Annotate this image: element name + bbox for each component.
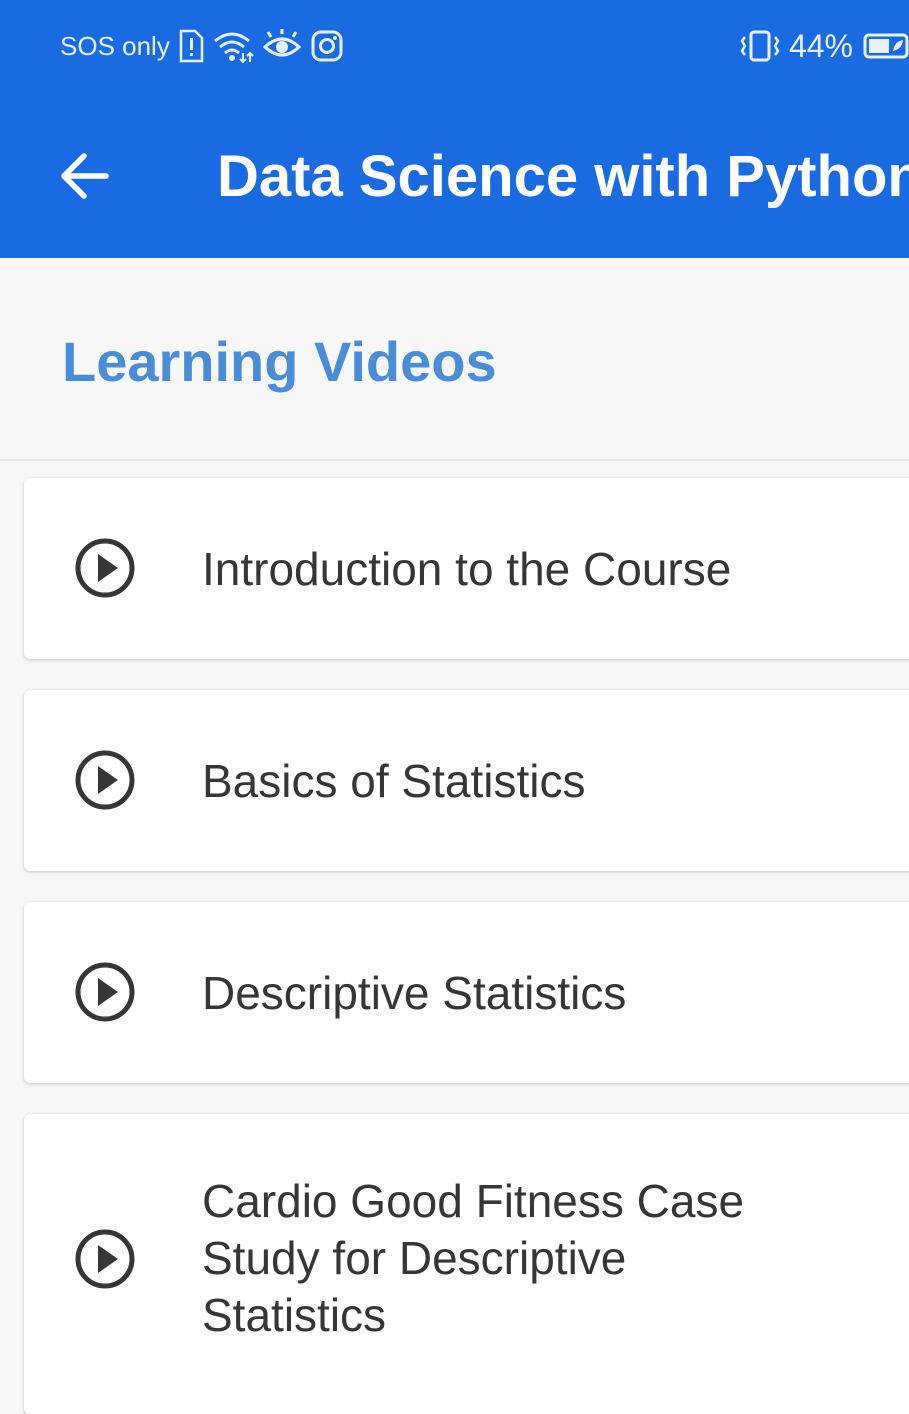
- status-bar: SOS only 44%: [0, 0, 909, 92]
- play-circle-icon: [74, 961, 136, 1023]
- play-circle-icon: [74, 1228, 136, 1290]
- page-title: Data Science with Python: [217, 144, 909, 209]
- toolbar: Data Science with Python: [0, 92, 909, 258]
- battery-icon: [863, 31, 909, 61]
- video-label: Basics of Statistics: [202, 755, 586, 807]
- video-item-basics-of-statistics[interactable]: Basics of Statistics: [24, 690, 909, 871]
- video-list: Introduction to the Course Basics of Sta…: [0, 461, 909, 1414]
- battery-percent: 44%: [788, 27, 853, 64]
- carrier-text: SOS only: [60, 30, 170, 61]
- section-title: Learning Videos: [62, 330, 497, 393]
- arrow-left-icon: [58, 152, 110, 200]
- video-item-cardio-good-fitness[interactable]: Cardio Good Fitness Case Study for Descr…: [24, 1114, 909, 1414]
- play-circle-icon: [74, 749, 136, 811]
- status-right: 44%: [737, 26, 909, 66]
- sim-alert-icon: [178, 29, 204, 63]
- video-label: Descriptive Statistics: [202, 967, 627, 1019]
- wifi-icon: [212, 29, 254, 63]
- play-circle-icon: [74, 537, 136, 599]
- eye-icon: [262, 29, 302, 63]
- video-item-introduction[interactable]: Introduction to the Course: [24, 478, 909, 659]
- section-header: Learning Videos: [0, 258, 909, 461]
- video-label: Cardio Good Fitness Case Study for Descr…: [202, 1175, 745, 1341]
- vibrate-icon: [737, 29, 783, 63]
- video-label: Introduction to the Course: [202, 543, 732, 595]
- instagram-icon: [310, 29, 344, 63]
- status-left: SOS only: [60, 26, 344, 66]
- app-bar: SOS only 44% Data Science with Python: [0, 0, 909, 258]
- back-button[interactable]: [50, 142, 118, 210]
- video-item-descriptive-statistics[interactable]: Descriptive Statistics: [24, 902, 909, 1083]
